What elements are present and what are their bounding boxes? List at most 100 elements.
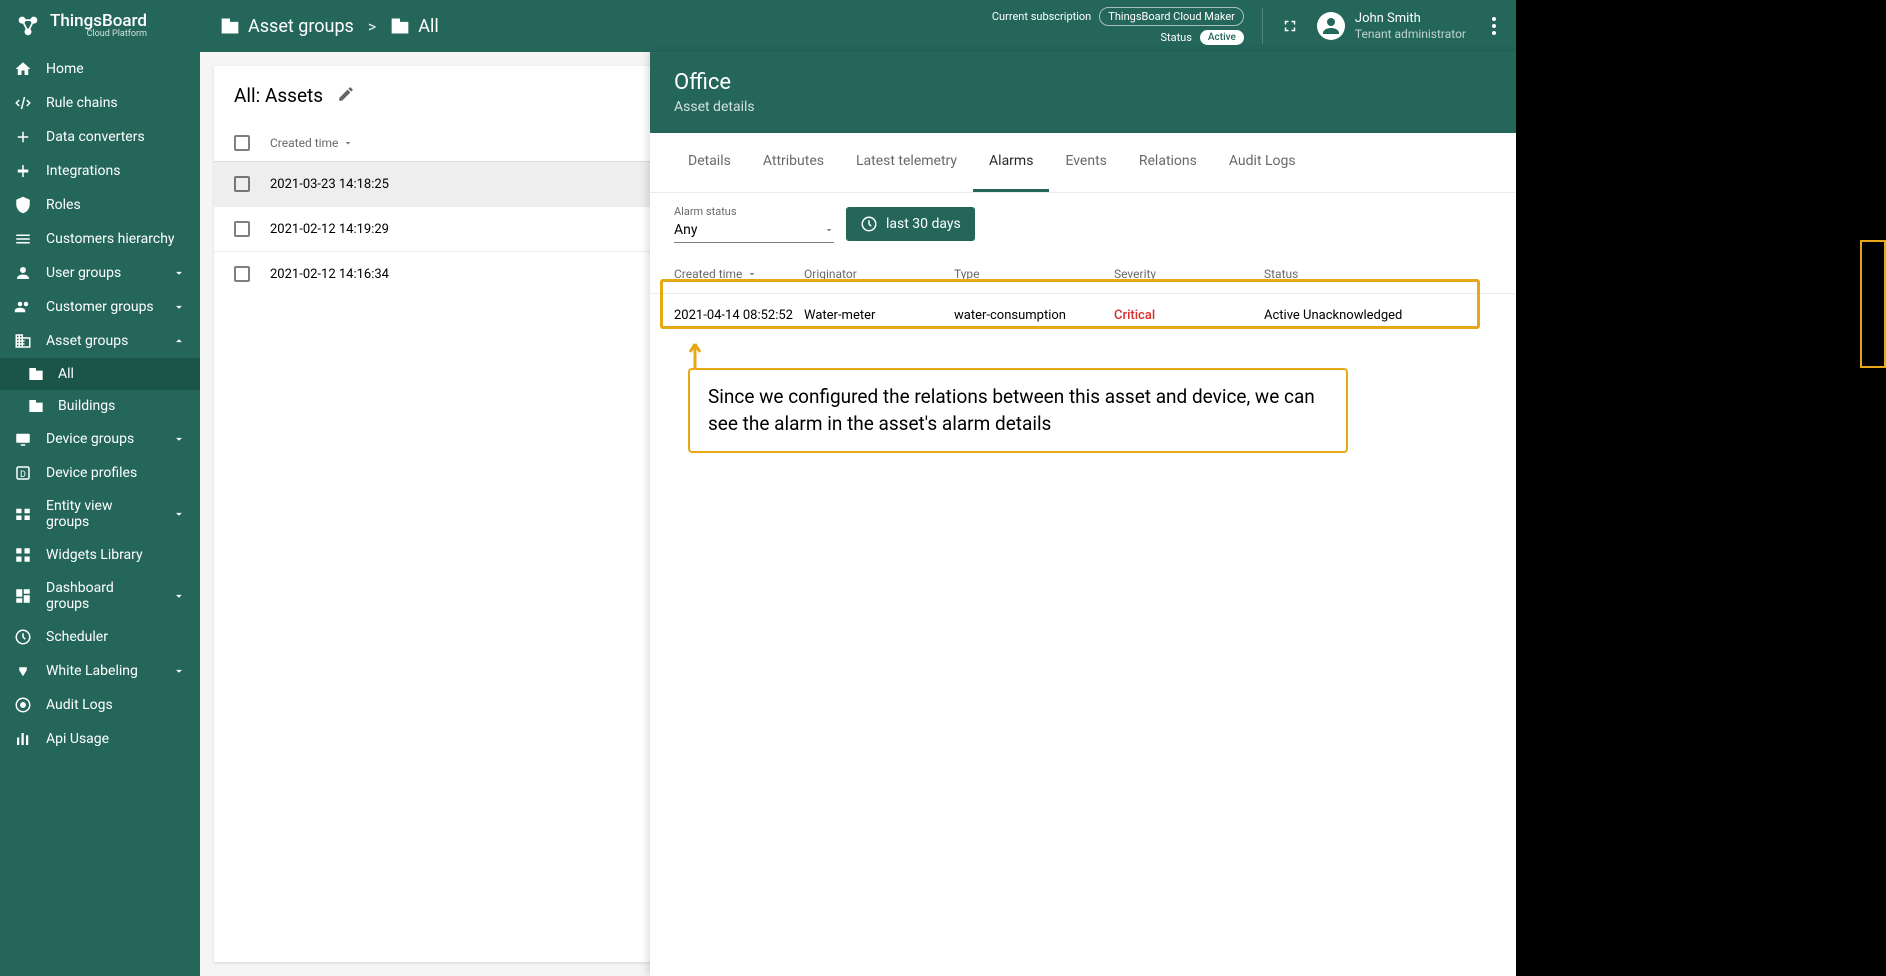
sidebar-item-user-groups[interactable]: User groups <box>0 256 200 290</box>
checkbox[interactable] <box>234 221 250 237</box>
cell-time: 2021-04-14 08:52:52 <box>674 308 804 323</box>
column-label: Created time <box>270 136 338 150</box>
column-header-created[interactable]: Created time <box>674 267 804 281</box>
brand-logo[interactable]: ThingsBoard Cloud Platform <box>0 0 200 52</box>
device-profiles-icon: D <box>14 464 32 482</box>
cell-severity: Critical <box>1114 308 1264 323</box>
entity-view-icon <box>14 505 32 523</box>
tab-events[interactable]: Events <box>1049 133 1122 192</box>
subscription-plan[interactable]: ThingsBoard Cloud Maker <box>1099 7 1244 26</box>
home-icon <box>14 60 32 78</box>
sidebar-label: Home <box>46 61 84 77</box>
column-label[interactable]: Originator <box>804 267 954 281</box>
sidebar-label: Roles <box>46 197 81 213</box>
tab-details[interactable]: Details <box>672 133 747 192</box>
sidebar-item-roles[interactable]: Roles <box>0 188 200 222</box>
annotation-highlight-right <box>1860 240 1886 368</box>
dashboard-icon <box>14 587 32 605</box>
cell-time: 2021-03-23 14:18:25 <box>270 177 650 192</box>
filter-label: Alarm status <box>674 205 834 218</box>
chevron-down-icon <box>172 432 186 446</box>
sidebar-item-customers-hierarchy[interactable]: Customers hierarchy <box>0 222 200 256</box>
sidebar-item-home[interactable]: Home <box>0 52 200 86</box>
cell-time: 2021-02-12 14:19:29 <box>270 222 650 237</box>
topbar: Asset groups > All Current subscription T… <box>200 0 1516 52</box>
subscription-status: Current subscription ThingsBoard Cloud Ma… <box>992 7 1244 45</box>
user-groups-icon <box>14 264 32 282</box>
tab-relations[interactable]: Relations <box>1123 133 1213 192</box>
pencil-icon <box>337 85 355 103</box>
cell-status: Active Unacknowledged <box>1264 308 1424 323</box>
breadcrumb: Asset groups > All <box>220 16 439 37</box>
page-title: All: Assets <box>234 84 323 107</box>
breadcrumb-label: All <box>418 16 439 37</box>
sidebar-item-data-converters[interactable]: Data converters <box>0 120 200 154</box>
sidebar-item-customer-groups[interactable]: Customer groups <box>0 290 200 324</box>
building-icon <box>28 366 44 382</box>
checkbox-all[interactable] <box>234 135 250 151</box>
time-range-chip[interactable]: last 30 days <box>846 207 975 241</box>
sidebar-item-dashboard-groups[interactable]: Dashboard groups <box>0 572 200 620</box>
breadcrumb-all[interactable]: All <box>390 16 439 37</box>
cell-originator: Water-meter <box>804 308 954 323</box>
svg-text:D: D <box>20 470 26 480</box>
sidebar-label: Scheduler <box>46 629 108 645</box>
api-usage-icon <box>14 730 32 748</box>
sidebar-item-all[interactable]: All <box>0 358 200 390</box>
audit-logs-icon <box>14 696 32 714</box>
sidebar-item-integrations[interactable]: Integrations <box>0 154 200 188</box>
chevron-down-icon <box>172 589 186 603</box>
tab-alarms[interactable]: Alarms <box>973 133 1049 192</box>
scheduler-icon <box>14 628 32 646</box>
annotation-callout: Since we configured the relations betwee… <box>688 368 1348 453</box>
chevron-down-icon <box>172 266 186 280</box>
tab-audit-logs[interactable]: Audit Logs <box>1213 133 1312 192</box>
sidebar-item-scheduler[interactable]: Scheduler <box>0 620 200 654</box>
brand-tagline: Cloud Platform <box>50 30 147 39</box>
sidebar-label: Device groups <box>46 431 134 447</box>
sidebar-item-rule-chains[interactable]: Rule chains <box>0 86 200 120</box>
sidebar-label: Customers hierarchy <box>46 231 175 247</box>
sidebar-item-asset-groups[interactable]: Asset groups <box>0 324 200 358</box>
sidebar-item-api-usage[interactable]: Api Usage <box>0 722 200 756</box>
subscription-label: Current subscription <box>992 10 1091 23</box>
sidebar-item-buildings[interactable]: Buildings <box>0 390 200 422</box>
chevron-down-icon <box>172 507 186 521</box>
breadcrumb-asset-groups[interactable]: Asset groups <box>220 16 354 37</box>
sidebar: ThingsBoard Cloud Platform Home Rule cha… <box>0 0 200 976</box>
rule-chains-icon <box>14 94 32 112</box>
sidebar-item-white-labeling[interactable]: White Labeling <box>0 654 200 688</box>
column-label[interactable]: Status <box>1264 267 1424 281</box>
tab-attributes[interactable]: Attributes <box>747 133 840 192</box>
edit-button[interactable] <box>337 85 355 107</box>
sidebar-item-device-profiles[interactable]: DDevice profiles <box>0 456 200 490</box>
integrations-icon <box>14 162 32 180</box>
cell-time: 2021-02-12 14:16:34 <box>270 267 650 282</box>
fullscreen-icon[interactable] <box>1281 17 1299 35</box>
sidebar-item-widgets-library[interactable]: Widgets Library <box>0 538 200 572</box>
time-range-label: last 30 days <box>886 216 961 232</box>
logo-icon <box>14 12 42 40</box>
tab-latest-telemetry[interactable]: Latest telemetry <box>840 133 973 192</box>
user-name: John Smith <box>1355 11 1466 27</box>
column-label[interactable]: Type <box>954 267 1114 281</box>
column-header-created[interactable]: Created time <box>270 136 650 150</box>
subscription-status-label: Status <box>1160 31 1191 44</box>
sidebar-item-device-groups[interactable]: Device groups <box>0 422 200 456</box>
person-icon <box>1319 14 1343 38</box>
subscription-status-badge: Active <box>1200 30 1244 45</box>
breadcrumb-label: Asset groups <box>248 16 354 37</box>
alarm-status-filter[interactable]: Alarm status Any <box>674 205 834 243</box>
checkbox[interactable] <box>234 266 250 282</box>
avatar <box>1317 12 1345 40</box>
building-icon <box>390 16 410 36</box>
user-menu[interactable]: John SmithTenant administrator <box>1317 11 1466 41</box>
column-label[interactable]: Severity <box>1114 267 1264 281</box>
sidebar-label: Customer groups <box>46 299 154 315</box>
sidebar-item-audit-logs[interactable]: Audit Logs <box>0 688 200 722</box>
checkbox[interactable] <box>234 176 250 192</box>
cell-type: water-consumption <box>954 308 1114 323</box>
filter-value: Any <box>674 222 698 238</box>
sidebar-item-entity-view-groups[interactable]: Entity view groups <box>0 490 200 538</box>
more-menu-icon[interactable] <box>1492 17 1496 35</box>
